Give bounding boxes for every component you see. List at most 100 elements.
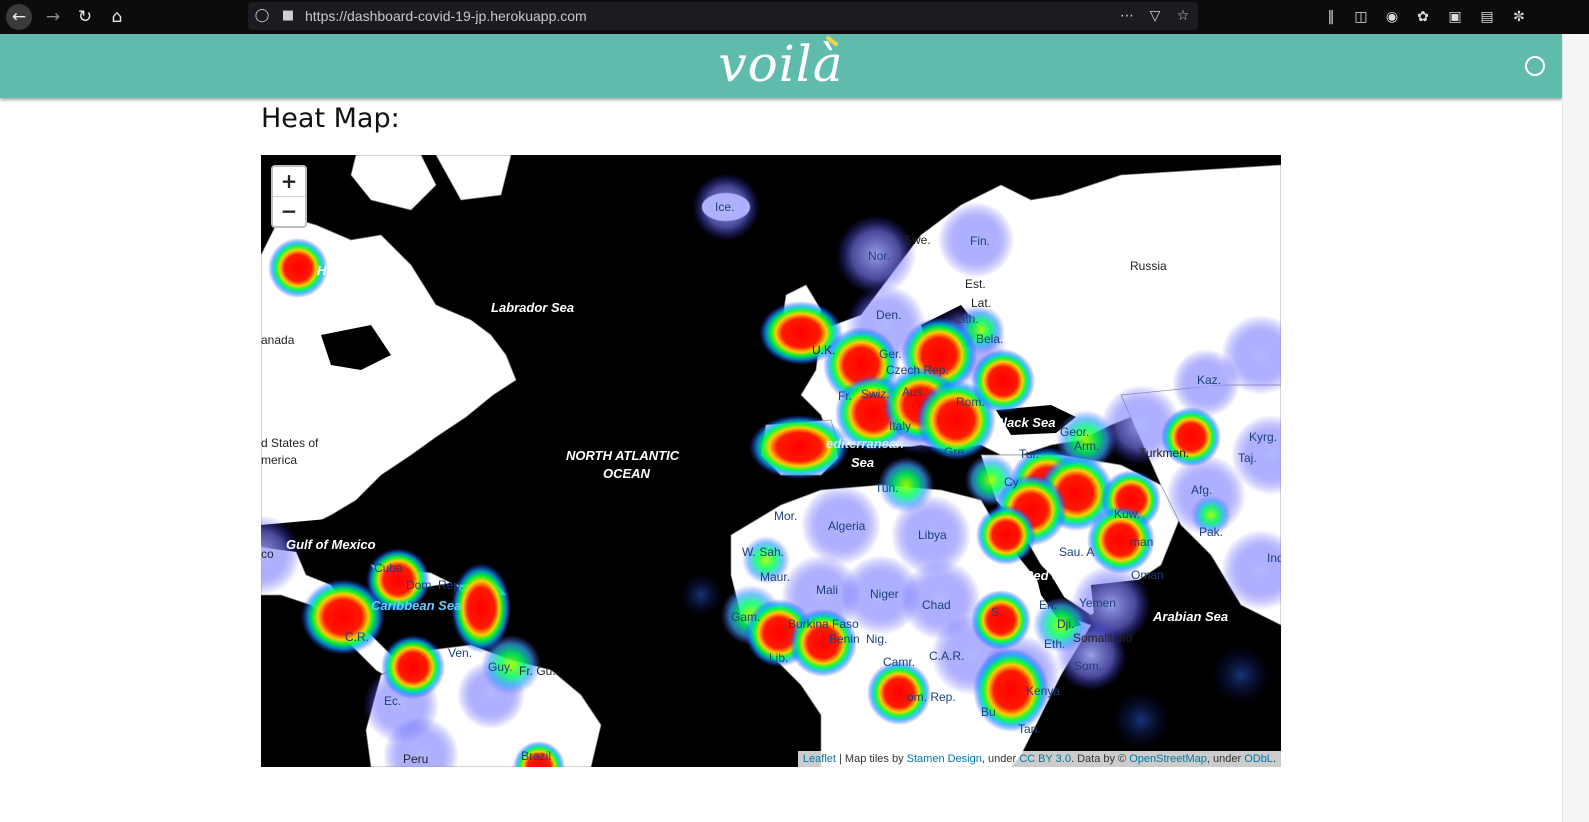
- account-icon[interactable]: ◉: [1381, 4, 1403, 30]
- osm-link[interactable]: OpenStreetMap: [1129, 753, 1207, 765]
- forward-arrow-icon[interactable]: →: [40, 4, 66, 30]
- stamen-link[interactable]: Stamen Design: [907, 753, 982, 765]
- zoom-in-button[interactable]: +: [273, 167, 305, 197]
- label-canada: anada: [261, 333, 295, 347]
- page-actions-icon[interactable]: ⋯: [1116, 2, 1138, 30]
- attribution-text: . Data by ©: [1070, 753, 1130, 765]
- label-north-atlantic-1: NORTH ATLANTIC: [566, 448, 680, 463]
- label-ger: Ger.: [879, 347, 902, 361]
- label-iceland: Ice.: [715, 200, 735, 214]
- label-afg: Afg.: [1191, 483, 1213, 497]
- library-icon[interactable]: ‖: [1320, 4, 1342, 30]
- label-turkmen: Turkmen.: [1139, 446, 1190, 460]
- label-nigeria: Nig.: [866, 632, 888, 646]
- label-burundi: Bu: [981, 705, 996, 719]
- label-mediterranean-1: editerranean: [826, 436, 905, 451]
- shield-icon[interactable]: ◯: [252, 2, 272, 30]
- cc-by-link[interactable]: CC BY 3.0: [1019, 753, 1071, 765]
- label-mali: Mali: [816, 583, 839, 597]
- label-congo: om. Rep.: [907, 690, 956, 704]
- label-fin: Fin.: [970, 234, 991, 248]
- back-arrow-icon[interactable]: ←: [6, 4, 32, 30]
- label-sau: Sau. A: [1059, 545, 1095, 559]
- reader-icon[interactable]: ▣: [1444, 4, 1466, 30]
- label-niger: Niger: [870, 587, 899, 601]
- attribution-text: .: [1272, 753, 1276, 765]
- label-black-sea: Black Sea: [994, 415, 1056, 430]
- label-gambia: Gam.: [731, 610, 761, 624]
- label-lith: Lith.: [956, 312, 979, 326]
- address-bar[interactable]: ◯ ■ https://dashboard-covid-19-jp.heroku…: [248, 2, 1198, 30]
- label-french-guiana: Fr. Gu.: [519, 664, 556, 678]
- label-burkina-faso: Burkina Faso: [788, 617, 859, 631]
- label-italy: Italy: [889, 419, 912, 433]
- label-arm: Arm.: [1074, 439, 1100, 453]
- label-kaz: Kaz.: [1197, 373, 1222, 387]
- label-uk: U.K.: [812, 343, 836, 357]
- sidebar-icon[interactable]: ◫: [1350, 4, 1372, 30]
- cookie-icon[interactable]: ✼: [1508, 4, 1530, 30]
- extension-icon[interactable]: ✿: [1412, 4, 1434, 30]
- pocket-icon[interactable]: ▽: [1144, 2, 1166, 30]
- label-wsah: W. Sah.: [742, 545, 785, 559]
- label-brazil: Brazil: [521, 749, 552, 763]
- label-aus: Aus.: [902, 385, 927, 399]
- label-us-1: d States of: [261, 436, 319, 450]
- label-est: Est.: [965, 277, 986, 291]
- label-costa-rica: C.R.: [345, 630, 369, 644]
- voila-header: voilà: [0, 34, 1562, 98]
- label-fr: Fr.: [838, 389, 852, 403]
- label-dji: Dji.: [1057, 617, 1075, 631]
- label-gulf-of-mexico: Gulf of Mexico: [286, 537, 376, 552]
- label-swe: Swe.: [904, 233, 931, 247]
- label-algeria: Algeria: [828, 519, 866, 533]
- label-sudan: S: [991, 605, 1000, 619]
- label-tanzania: Tan.: [1018, 722, 1041, 736]
- label-mexico: co: [261, 547, 274, 561]
- label-somaliland: Somaliland: [1073, 631, 1133, 645]
- label-taj: Taj.: [1238, 451, 1257, 465]
- label-labrador-sea: Labrador Sea: [491, 300, 575, 315]
- label-gre: Gre.: [944, 445, 968, 459]
- label-north-atlantic-2: OCEAN: [603, 466, 650, 481]
- voila-logo: voilà: [718, 35, 844, 93]
- label-libya: Libya: [918, 528, 947, 542]
- label-benin: Benin: [829, 632, 860, 646]
- label-cameroon: Camr.: [883, 655, 916, 669]
- home-icon[interactable]: ⌂: [104, 4, 130, 30]
- label-peru: Peru: [403, 752, 429, 766]
- map-canvas[interactable]: [261, 155, 1281, 767]
- label-maur: Maur.: [760, 570, 791, 584]
- label-som: Som.: [1074, 659, 1103, 673]
- attribution-text: , under: [981, 753, 1020, 765]
- label-cyprus: Cy: [1004, 475, 1019, 489]
- attribution-text: | Map tiles by: [835, 753, 907, 765]
- label-chad: Chad: [922, 598, 951, 612]
- label-tur: Tur.: [1019, 447, 1040, 461]
- page-title: Heat Map:: [261, 103, 400, 134]
- heat-map[interactable]: Hudson Bay Labrador Sea anada d States o…: [261, 155, 1281, 767]
- label-geor: Geor.: [1060, 425, 1090, 439]
- label-uae: man: [1130, 535, 1154, 549]
- map-attribution: Leaflet | Map tiles by Stamen Design, un…: [797, 751, 1281, 767]
- lock-icon[interactable]: ■: [278, 2, 298, 30]
- bookmark-star-icon[interactable]: ☆: [1172, 2, 1194, 30]
- label-arabian-sea: Arabian Sea: [1153, 609, 1229, 624]
- browser-toolbar: ← → ↻ ⌂ ◯ ■ https://dashboard-covid-19-j…: [0, 0, 1589, 34]
- label-yemen: Yemen: [1079, 596, 1116, 610]
- bookmarks-icon[interactable]: ▤: [1476, 4, 1498, 30]
- label-czech: Czech Rep.: [886, 363, 949, 377]
- label-kuw: Kuw.: [1114, 507, 1141, 521]
- page-scrollbar[interactable]: [1562, 34, 1589, 822]
- label-ind: Ind: [1267, 551, 1281, 565]
- label-liberia: Lib.: [769, 651, 789, 665]
- label-nor: Nor.: [868, 249, 891, 263]
- label-den: Den.: [876, 308, 902, 322]
- odbl-link[interactable]: ODbL: [1244, 753, 1273, 765]
- leaflet-link[interactable]: Leaflet: [803, 753, 836, 765]
- reload-icon[interactable]: ↻: [72, 4, 98, 30]
- url-text[interactable]: https://dashboard-covid-19-jp.herokuapp.…: [305, 2, 587, 30]
- label-mor: Mor.: [774, 509, 798, 523]
- label-eth: Eth.: [1044, 637, 1066, 651]
- zoom-out-button[interactable]: −: [273, 197, 305, 226]
